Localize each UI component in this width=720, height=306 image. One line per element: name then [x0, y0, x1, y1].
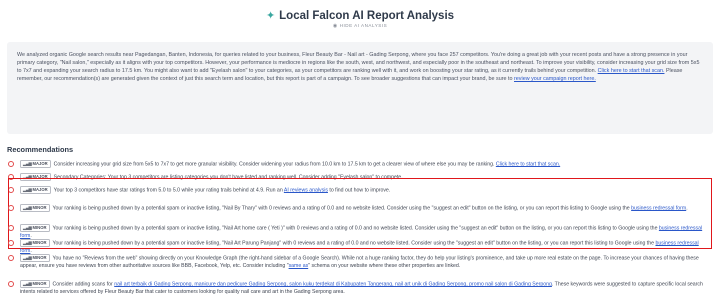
eye-icon: ◉	[332, 23, 338, 29]
report-header: ✦ Local Falcon AI Report Analysis ◉ HIDE A…	[0, 0, 720, 38]
sparkle-icon: ✦	[265, 10, 276, 22]
recommendation-tail: .	[686, 205, 688, 212]
severity-badge: ▂▄▆MINOR	[20, 224, 50, 232]
signal-bars-icon: ▂▄▆	[23, 256, 32, 260]
page-title: Local Falcon AI Report Analysis	[279, 10, 455, 22]
signal-bars-icon: ▂▄▆	[23, 226, 32, 230]
recommendation-text: Consider increasing your grid size from …	[53, 161, 496, 168]
campaign-report-link[interactable]: review your campaign report here.	[514, 76, 596, 82]
same-as-link[interactable]: same as	[289, 263, 309, 269]
severity-badge: ▂▄▆MINOR	[20, 280, 50, 288]
signal-bars-icon: ▂▄▆	[23, 241, 32, 245]
recommendation-tail: .	[30, 247, 32, 254]
recommendations-heading: Recommendations	[7, 145, 74, 154]
status-circle-icon[interactable]	[8, 205, 14, 211]
business-redressal-form-link[interactable]: business redressal form	[631, 205, 686, 211]
signal-bars-icon: ▂▄▆	[23, 162, 32, 166]
status-circle-icon[interactable]	[8, 255, 14, 261]
severity-badge: ▂▄▆MINOR	[20, 239, 50, 247]
hide-analysis-label: HIDE AI ANALYSIS	[339, 23, 388, 28]
status-circle-icon[interactable]	[8, 225, 14, 231]
analysis-summary: We analyzed organic Google search result…	[7, 42, 713, 134]
signal-bars-icon: ▂▄▆	[23, 206, 32, 210]
severity-badge: ▂▄▆MINOR	[20, 254, 50, 262]
recommendation-link[interactable]: Click here to start that scan.	[496, 161, 560, 167]
severity-badge: ▂▄▆MINOR	[20, 204, 50, 212]
keyword-suggestions-link[interactable]: nail art terbaik di Gading Serpong, mani…	[114, 281, 552, 287]
recommendation-tail: .	[30, 232, 32, 239]
start-scan-link[interactable]: Click here to start that scan.	[598, 68, 665, 74]
signal-bars-icon: ▂▄▆	[23, 282, 32, 286]
recommendation-tail: " schema on your website where these oth…	[308, 262, 461, 269]
status-circle-icon[interactable]	[8, 281, 14, 287]
status-circle-icon[interactable]	[8, 240, 14, 246]
title-row: ✦ Local Falcon AI Report Analysis	[0, 6, 720, 24]
status-circle-icon[interactable]	[8, 161, 14, 167]
recommendation-text: Consider adding scans for	[52, 281, 115, 288]
recommendation-text: Your ranking is being pushed down by a p…	[52, 205, 632, 212]
hide-analysis-toggle[interactable]: ◉ HIDE AI ANALYSIS	[0, 23, 720, 29]
severity-badge: ▂▄▆MAJOR	[20, 160, 51, 168]
recommendation-text: Your ranking is being pushed down by a p…	[52, 240, 656, 247]
recommendation-text: Your ranking is being pushed down by a p…	[52, 225, 659, 232]
